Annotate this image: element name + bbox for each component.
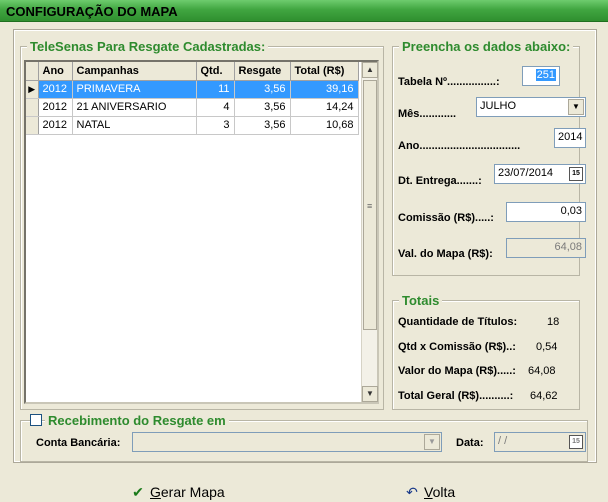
cell-resgate: 3,56: [234, 116, 291, 135]
telesenas-group-title: TeleSenas Para Resgate Cadastradas:: [27, 39, 269, 54]
grip-icon: ≡: [367, 201, 373, 211]
total-geral-label: Total Geral (R$)..........:: [398, 390, 514, 402]
qtd-comissao-label: Qtd x Comissão (R$)..:: [398, 341, 516, 353]
dt-entrega-label: Dt. Entrega.......:: [398, 175, 482, 187]
mes-select[interactable]: JULHO ▼: [476, 97, 586, 117]
calendar-icon[interactable]: 15: [569, 167, 583, 181]
mes-label: Mês............: [398, 108, 457, 120]
telesenas-table: Ano Campanhas Qtd. Resgate Total (R$) ▶ …: [26, 62, 359, 135]
qtd-titulos-value: 18: [547, 316, 560, 328]
valor-mapa-value: 64,08: [528, 365, 556, 377]
voltar-button[interactable]: ↶ Volta: [404, 484, 455, 501]
cell-campanha: NATAL: [72, 116, 197, 135]
cell-ano: 2012: [38, 116, 73, 135]
voltar-label: olta: [432, 484, 456, 500]
mes-value: JULHO: [480, 100, 517, 112]
cell-campanha: 21 ANIVERSARIO: [72, 98, 197, 117]
total-geral-value: 64,62: [530, 390, 558, 402]
col-header-resgate[interactable]: Resgate: [234, 62, 291, 81]
row-pointer-icon: ▶: [26, 80, 39, 99]
row-indicator: [26, 116, 39, 135]
col-header-total[interactable]: Total (R$): [290, 62, 359, 81]
form-group-title: Preencha os dados abaixo:: [399, 39, 574, 54]
scroll-thumb[interactable]: ≡: [363, 80, 377, 330]
dt-entrega-field[interactable]: 23/07/2014 15: [494, 164, 586, 184]
conta-bancaria-label: Conta Bancária:: [36, 437, 121, 449]
telesenas-grid[interactable]: Ano Campanhas Qtd. Resgate Total (R$) ▶ …: [24, 60, 379, 404]
data-label: Data:: [456, 437, 484, 449]
ano-label: Ano.................................: [398, 140, 521, 152]
col-header-qtd[interactable]: Qtd.: [196, 62, 235, 81]
comissao-label: Comissão (R$).....:: [398, 212, 494, 224]
cell-ano: 2012: [38, 98, 73, 117]
footer-bar: ✔ Gerar Mapa ↶ Volta: [0, 470, 608, 502]
row-indicator: [26, 98, 39, 117]
cell-ano: 2012: [38, 80, 73, 99]
cell-total: 14,24: [290, 98, 359, 117]
qtd-comissao-value: 0,54: [536, 341, 558, 353]
data-field: / / 15: [494, 432, 586, 452]
col-header-campanhas[interactable]: Campanhas: [72, 62, 197, 81]
calendar-icon: 15: [569, 435, 583, 449]
dt-entrega-value: 23/07/2014: [498, 167, 554, 179]
chevron-down-icon[interactable]: ▼: [568, 99, 584, 115]
grid-vertical-scrollbar[interactable]: ▲ ≡ ▼: [361, 62, 378, 402]
cell-qtd: 3: [196, 116, 235, 135]
chevron-down-icon: ▼: [424, 434, 440, 450]
title-bar: CONFIGURAÇÃO DO MAPA: [0, 0, 608, 22]
gerar-mapa-button[interactable]: ✔ Gerar Mapa: [130, 484, 225, 501]
table-row[interactable]: 2012 21 ANIVERSARIO 4 3,56 14,24: [26, 98, 359, 117]
comissao-field[interactable]: 0,03: [506, 202, 586, 222]
table-row[interactable]: ▶ 2012 PRIMAVERA 11 3,56 39,16: [26, 80, 359, 99]
row-indicator-header: [26, 62, 39, 81]
gerar-mapa-label: erar Mapa: [160, 484, 225, 500]
table-row[interactable]: 2012 NATAL 3 3,56 10,68: [26, 116, 359, 135]
recebimento-checkbox[interactable]: [30, 414, 42, 426]
gerar-mnemonic: G: [150, 484, 161, 500]
voltar-mnemonic: V: [424, 484, 433, 500]
valmapa-label: Val. do Mapa (R$):: [398, 248, 493, 260]
cell-resgate: 3,56: [234, 80, 291, 99]
undo-arrow-icon: ↶: [406, 484, 418, 500]
checkmark-icon: ✔: [132, 484, 144, 500]
cell-qtd: 11: [196, 80, 235, 99]
col-header-ano[interactable]: Ano: [38, 62, 73, 81]
valor-mapa-label: Valor do Mapa (R$).....:: [398, 365, 516, 377]
cell-total: 10,68: [290, 116, 359, 135]
valmapa-field: 64,08: [506, 238, 586, 258]
totais-group-title: Totais: [399, 293, 443, 308]
cell-resgate: 3,56: [234, 98, 291, 117]
scroll-down-button[interactable]: ▼: [362, 386, 378, 402]
tabela-label: Tabela Nº................:: [398, 76, 500, 88]
scroll-up-button[interactable]: ▲: [362, 62, 378, 78]
qtd-titulos-label: Quantidade de Títulos:: [398, 316, 518, 328]
cell-campanha: PRIMAVERA: [72, 80, 197, 99]
conta-bancaria-select: ▼: [132, 432, 442, 452]
tabela-value: 251: [535, 69, 556, 81]
cell-total: 39,16: [290, 80, 359, 99]
ano-field[interactable]: 2014: [554, 128, 586, 148]
cell-qtd: 4: [196, 98, 235, 117]
table-header-row: Ano Campanhas Qtd. Resgate Total (R$): [26, 62, 359, 81]
tabela-field[interactable]: 251: [522, 66, 560, 86]
window-title: CONFIGURAÇÃO DO MAPA: [6, 4, 178, 19]
data-value: / /: [498, 435, 508, 447]
recebimento-group-title: Recebimento do Resgate em: [45, 413, 229, 428]
